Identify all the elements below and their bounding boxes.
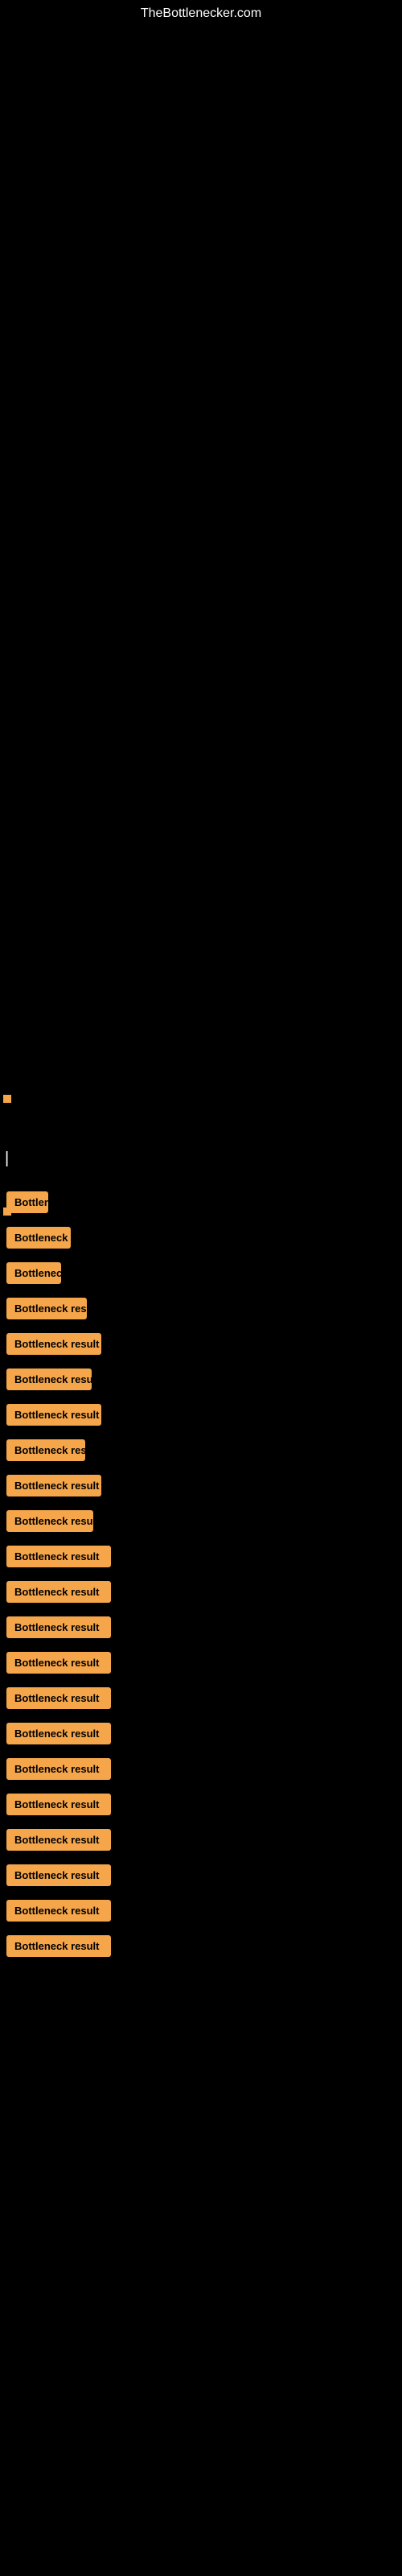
list-item: Bottleneck result	[0, 1368, 402, 1394]
bottleneck-items-container: Bottleneck result Bottleneck result Bott…	[0, 1127, 402, 1971]
bottleneck-badge: Bottleneck result	[6, 1581, 111, 1603]
bottleneck-badge: Bottleneck result	[6, 1227, 71, 1249]
bottleneck-badge: Bottleneck result	[6, 1262, 61, 1284]
list-item: Bottleneck result	[0, 1723, 402, 1748]
bottleneck-badge: Bottleneck result	[6, 1616, 111, 1638]
bottleneck-badge: Bottleneck result	[6, 1900, 111, 1922]
bottleneck-badge: Bottleneck result	[6, 1652, 111, 1674]
bottleneck-badge: Bottleneck result	[6, 1864, 111, 1886]
list-item: Bottleneck result	[0, 1191, 402, 1217]
list-item: Bottleneck result	[0, 1546, 402, 1571]
bottleneck-badge: Bottleneck result	[6, 1368, 92, 1390]
bottleneck-badge: Bottleneck result	[6, 1510, 93, 1532]
bottleneck-badge: Bottleneck result	[6, 1687, 111, 1709]
list-item: Bottleneck result	[0, 1262, 402, 1288]
list-item: Bottleneck result	[0, 1510, 402, 1536]
list-item: Bottleneck result	[0, 1864, 402, 1890]
bottleneck-badge: Bottleneck result	[6, 1758, 111, 1780]
list-item: Bottleneck result	[0, 1687, 402, 1713]
list-item: Bottleneck result	[0, 1829, 402, 1855]
list-item: Bottleneck result	[0, 1616, 402, 1642]
list-item: Bottleneck result	[0, 1333, 402, 1359]
bottleneck-badge: Bottleneck result	[6, 1829, 111, 1851]
bottleneck-badge: Bottleneck result	[6, 1191, 48, 1213]
site-title: TheBottlenecker.com	[0, 6, 402, 21]
bottleneck-badge: Bottleneck result	[6, 1475, 101, 1496]
list-item: Bottleneck result	[0, 1652, 402, 1678]
marker-square-1	[3, 1095, 11, 1103]
list-item: Bottleneck result	[0, 1475, 402, 1501]
bottleneck-badge: Bottleneck result	[6, 1439, 85, 1461]
list-item: Bottleneck result	[0, 1794, 402, 1819]
bottleneck-badge: Bottleneck result	[6, 1404, 101, 1426]
bottleneck-badge: Bottleneck result	[6, 1546, 111, 1567]
bottleneck-badge: Bottleneck result	[6, 1298, 87, 1319]
list-item: Bottleneck result	[0, 1439, 402, 1465]
list-item: Bottleneck result	[0, 1404, 402, 1430]
list-item: Bottleneck result	[0, 1298, 402, 1323]
list-item: Bottleneck result	[0, 1935, 402, 1961]
bottleneck-badge: Bottleneck result	[6, 1935, 111, 1957]
list-item: Bottleneck result	[0, 1758, 402, 1784]
bottleneck-badge: Bottleneck result	[6, 1794, 111, 1815]
bottleneck-badge: Bottleneck result	[6, 1723, 111, 1744]
list-item: Bottleneck result	[0, 1900, 402, 1926]
bottleneck-badge: Bottleneck result	[6, 1333, 101, 1355]
list-item: Bottleneck result	[0, 1581, 402, 1607]
list-item: Bottleneck result	[0, 1227, 402, 1253]
